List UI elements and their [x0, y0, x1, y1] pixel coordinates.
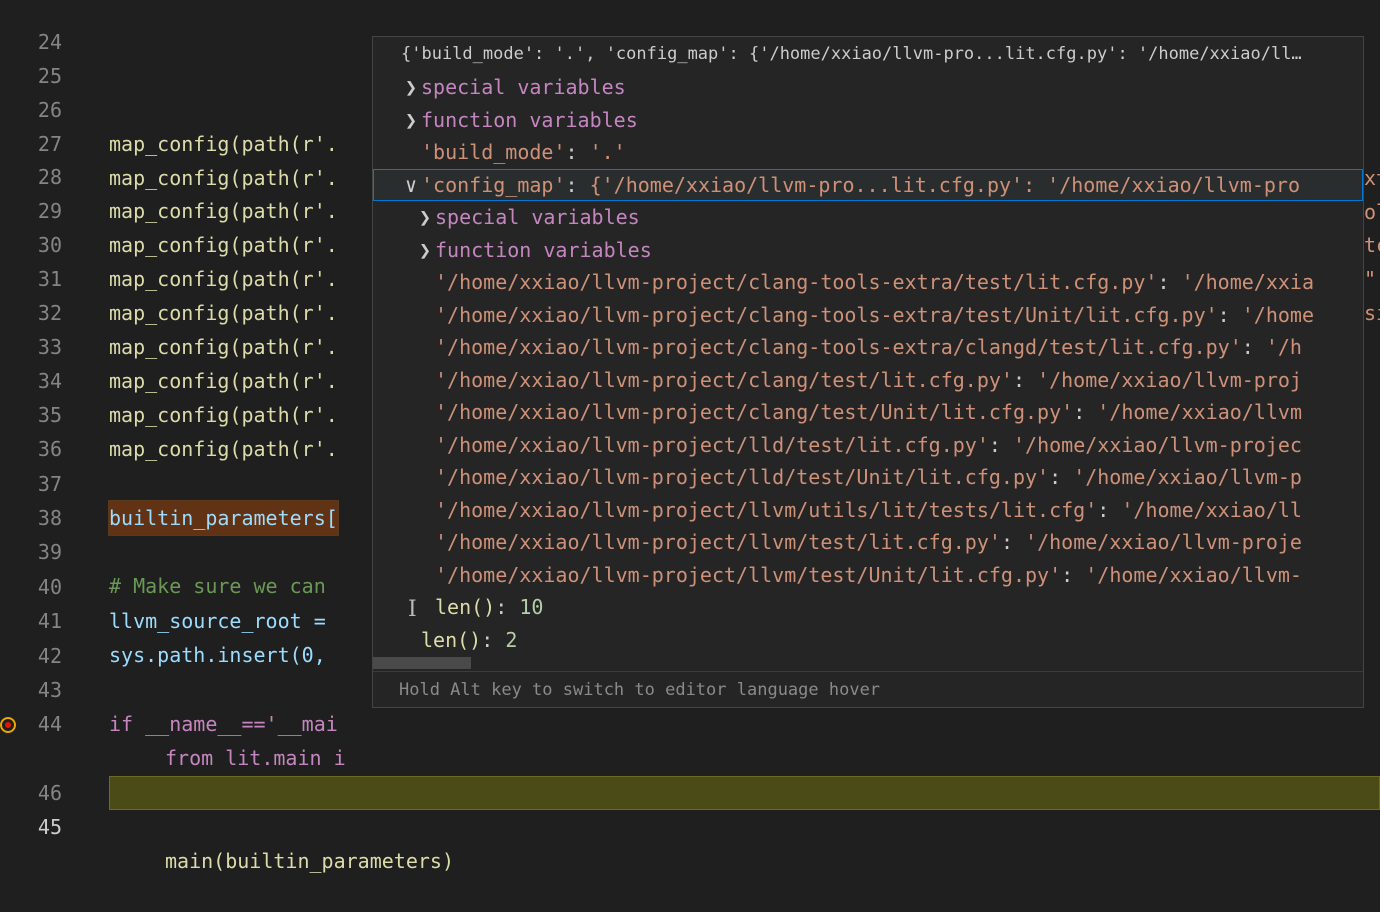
- variable-key: '/home/xxiao/llvm-project/clang/test/lit…: [435, 367, 1013, 392]
- variable-key: '/home/xxiao/llvm-project/llvm/utils/lit…: [435, 497, 1098, 522]
- variable-value: '/home/xxiao/llvm-projec: [1012, 432, 1302, 457]
- chevron-right-icon[interactable]: ❯: [415, 201, 435, 234]
- tree-group-label: special variables: [435, 205, 640, 229]
- line-number: 46: [37, 781, 62, 805]
- tree-group-row[interactable]: ❯ function variables: [373, 234, 1363, 267]
- variable-value: '/h: [1265, 335, 1302, 359]
- editor-line: 46: [0, 742, 1380, 805]
- editor-line: 24: [0, 0, 1380, 54]
- tree-row[interactable]: '/home/xxiao/llvm-project/clang-tools-ex…: [373, 299, 1363, 332]
- tree-row[interactable]: '/home/xxiao/llvm-project/clang/test/lit…: [373, 364, 1363, 397]
- separator: :: [1241, 335, 1266, 359]
- variable-value: '/home/xxiao/llvm-proj: [1037, 367, 1302, 392]
- chevron-down-icon[interactable]: ∨: [401, 169, 421, 202]
- variable-value: {'/home/xxiao/llvm-pro...lit.cfg.py': '/…: [589, 172, 1301, 197]
- current-line-highlight: [109, 776, 1380, 810]
- variable-key: '/home/xxiao/llvm-project/lld/test/Unit/…: [435, 465, 1050, 489]
- separator: :: [495, 595, 520, 619]
- variable-value: 2: [505, 627, 518, 652]
- variable-key: '/home/xxiao/llvm-project/clang-tools-ex…: [435, 302, 1218, 327]
- chevron-right-icon[interactable]: ❯: [401, 71, 421, 104]
- tree-group-label: function variables: [421, 107, 638, 132]
- tree-row[interactable]: '/home/xxiao/llvm-project/clang-tools-ex…: [373, 266, 1363, 299]
- tree-group-label: special variables: [421, 75, 626, 99]
- variable-value: '/home: [1241, 302, 1315, 327]
- variable-key: '/home/xxiao/llvm-project/clang-tools-ex…: [435, 270, 1158, 294]
- variable-key: len(): [421, 627, 482, 652]
- code-text: main(builtin_parameters): [165, 849, 454, 873]
- tree-group-row[interactable]: ❯ special variables: [373, 201, 1363, 234]
- separator: :: [1000, 530, 1026, 554]
- horizontal-scrollbar[interactable]: [373, 657, 471, 669]
- hover-footer-hint: Hold Alt key to switch to editor languag…: [373, 671, 1363, 707]
- separator: :: [1217, 302, 1242, 327]
- tree-row[interactable]: len(): 2: [373, 624, 1363, 657]
- separator: :: [565, 172, 590, 197]
- tree-row[interactable]: 'build_mode': '.': [373, 136, 1363, 169]
- variable-value: '/home/xxiao/ll: [1121, 497, 1302, 522]
- variable-value: '/home/xxiao/llvm-proje: [1025, 530, 1302, 554]
- separator: :: [988, 432, 1013, 457]
- tree-row[interactable]: '/home/xxiao/llvm-project/llvm/test/Unit…: [373, 559, 1363, 592]
- variable-key: '/home/xxiao/llvm-project/llvm/test/Unit…: [435, 562, 1062, 587]
- text-cursor-icon: I: [408, 597, 417, 622]
- tree-row[interactable]: '/home/xxiao/llvm-project/llvm/test/lit.…: [373, 526, 1363, 559]
- variable-value: '/home/xxia: [1181, 270, 1315, 294]
- tree-group-label: function variables: [435, 237, 652, 262]
- editor-line-current: 45 main(builtin_parameters): [0, 708, 1380, 873]
- hover-title: {'build_mode': '.', 'config_map': {'/hom…: [401, 44, 1302, 64]
- variable-value: 10: [519, 595, 544, 619]
- separator: :: [481, 627, 506, 652]
- separator: :: [1097, 497, 1122, 522]
- variable-key: '/home/xxiao/llvm-project/clang-tools-ex…: [435, 335, 1242, 359]
- tree-row[interactable]: ∨'config_map': {'/home/xxiao/llvm-pro...…: [373, 168, 1363, 202]
- breakpoint-current-icon[interactable]: [0, 717, 16, 733]
- variable-key: 'config_map': [421, 172, 566, 197]
- separator: :: [1049, 465, 1074, 489]
- variable-value: '/home/xxiao/llvm: [1097, 400, 1302, 424]
- separator: :: [1061, 562, 1086, 587]
- separator: :: [565, 140, 590, 164]
- variable-key: len(): [435, 595, 496, 619]
- tree-group-row[interactable]: ❯ function variables: [373, 104, 1363, 137]
- variable-key: '/home/xxiao/llvm-project/clang/test/Uni…: [435, 400, 1074, 424]
- tree-row[interactable]: '/home/xxiao/llvm-project/lld/test/lit.c…: [373, 429, 1363, 462]
- tree-group-row[interactable]: ❯ special variables: [373, 71, 1363, 104]
- tree-row[interactable]: '/home/xxiao/llvm-project/clang/test/Uni…: [373, 396, 1363, 429]
- chevron-right-icon[interactable]: ❯: [415, 234, 435, 267]
- variable-key: '/home/xxiao/llvm-project/llvm/test/lit.…: [435, 530, 1001, 554]
- separator: :: [1073, 400, 1098, 424]
- variable-value: '/home/xxiao/llvm-p: [1073, 465, 1302, 489]
- chevron-right-icon[interactable]: ❯: [401, 104, 421, 137]
- variable-value: '.': [589, 140, 626, 164]
- tree-row[interactable]: '/home/xxiao/llvm-project/clang-tools-ex…: [373, 331, 1363, 364]
- debug-hover-widget[interactable]: {'build_mode': '.', 'config_map': {'/hom…: [372, 36, 1364, 708]
- variable-value: '/home/xxiao/llvm-: [1085, 562, 1302, 587]
- variable-key: 'build_mode': [421, 140, 566, 164]
- separator: :: [1157, 270, 1182, 294]
- tree-row[interactable]: '/home/xxiao/llvm-project/lld/test/Unit/…: [373, 461, 1363, 494]
- tree-row[interactable]: '/home/xxiao/llvm-project/llvm/utils/lit…: [373, 494, 1363, 527]
- variable-tree[interactable]: ❯ special variables ❯ function variables'bu…: [373, 71, 1363, 656]
- tree-row[interactable]: len(): 10: [373, 591, 1363, 624]
- separator: :: [1012, 367, 1038, 392]
- variable-key: '/home/xxiao/llvm-project/lld/test/lit.c…: [435, 432, 989, 457]
